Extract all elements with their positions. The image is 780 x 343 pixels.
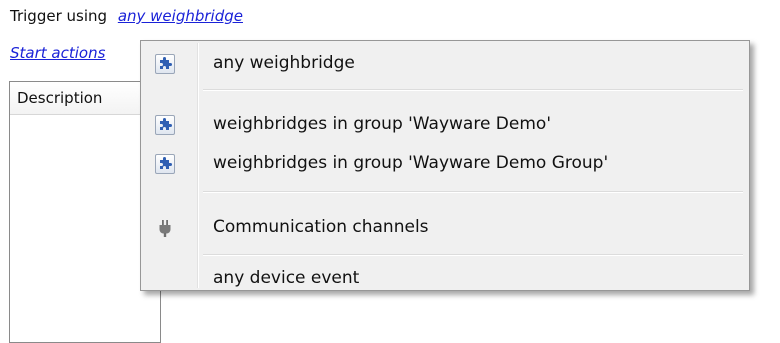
trigger-source-menu: any weighbridge weighbridges in group 'W… (140, 40, 750, 291)
menu-item-any-device-event[interactable]: any device event (143, 268, 747, 291)
puzzle-icon (155, 115, 175, 135)
trigger-source-link[interactable]: any weighbridge (118, 7, 243, 25)
menu-item-label: any device event (213, 268, 360, 288)
menu-item-group-wayware-demo[interactable]: weighbridges in group 'Wayware Demo' (143, 105, 747, 143)
plug-icon (155, 218, 175, 238)
puzzle-icon (155, 54, 175, 74)
menu-item-label: Communication channels (213, 217, 429, 237)
menu-item-label: weighbridges in group 'Wayware Demo' (213, 114, 551, 134)
column-header-description[interactable]: Description (10, 82, 160, 115)
start-actions-link[interactable]: Start actions (10, 41, 145, 65)
menu-item-group-wayware-demo-group[interactable]: weighbridges in group 'Wayware Demo Grou… (143, 144, 747, 182)
trigger-label: Trigger using (10, 7, 108, 25)
trigger-row: Trigger using any weighbridge (10, 4, 243, 28)
puzzle-icon (155, 154, 175, 174)
menu-item-any-weighbridge[interactable]: any weighbridge (143, 44, 747, 82)
menu-separator (203, 254, 743, 256)
menu-separator (203, 89, 743, 91)
description-list[interactable]: Description (9, 81, 161, 343)
menu-separator (203, 191, 743, 193)
menu-item-label: any weighbridge (213, 53, 355, 73)
menu-item-label: weighbridges in group 'Wayware Demo Grou… (213, 153, 609, 173)
menu-item-communication-channels[interactable]: Communication channels (143, 208, 747, 246)
